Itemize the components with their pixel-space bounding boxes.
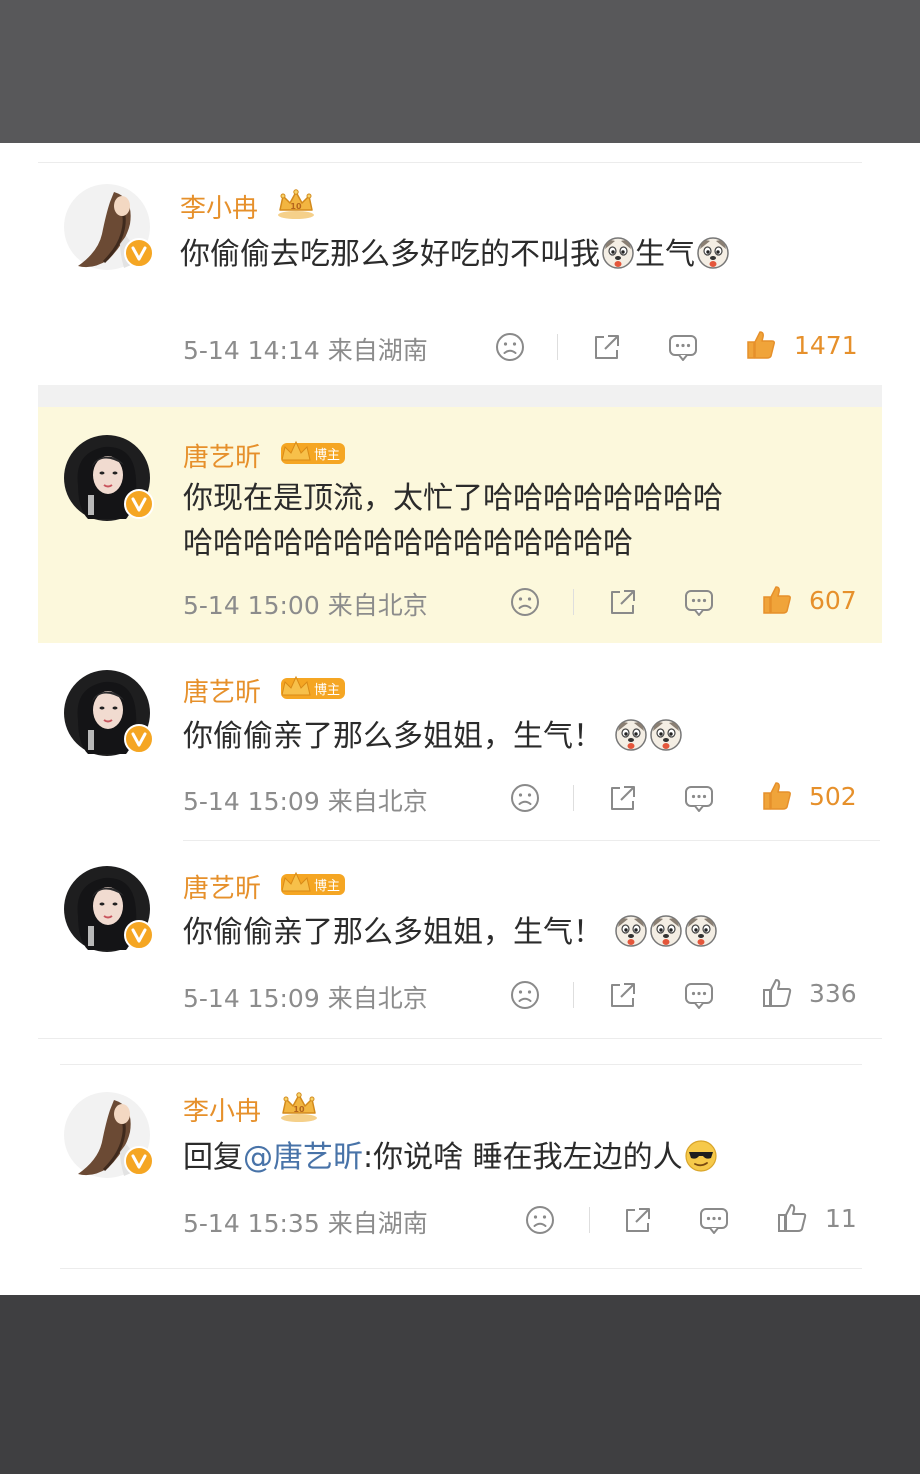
sad-face-icon[interactable]: [508, 585, 542, 619]
verified-badge-icon: [124, 920, 154, 950]
author-name[interactable]: 唐艺昕: [183, 437, 261, 474]
sad-face-icon[interactable]: [493, 330, 527, 364]
divider: [38, 1038, 882, 1039]
separator: [573, 982, 574, 1008]
share-icon[interactable]: [606, 978, 640, 1012]
verified-badge-icon: [124, 724, 154, 754]
svg-text:博主: 博主: [314, 448, 340, 463]
thumbs-up-icon[interactable]: [760, 583, 794, 617]
comment-text: 你偷偷亲了那么多姐姐，生气！: [183, 910, 718, 956]
share-icon[interactable]: [606, 585, 640, 619]
cool-emoji-icon: [684, 1139, 718, 1173]
blogger-badge: 博主: [281, 440, 345, 464]
separator: [573, 589, 574, 615]
crown-badge-icon: [279, 1091, 319, 1123]
doge-emoji-icon: [614, 718, 648, 752]
comment-text-line: 你现在是顶流，太忙了哈哈哈哈哈哈哈哈: [183, 481, 723, 516]
thumbs-up-icon[interactable]: [760, 976, 794, 1010]
avatar[interactable]: [64, 670, 150, 756]
doge-emoji-icon: [696, 236, 730, 270]
author-name[interactable]: 李小冉: [183, 1091, 261, 1128]
bottom-dark-band: [0, 1295, 920, 1474]
comment-icon[interactable]: [682, 978, 716, 1012]
svg-text:博主: 博主: [314, 879, 340, 894]
verified-badge-icon: [124, 489, 154, 519]
share-icon[interactable]: [621, 1203, 655, 1237]
avatar[interactable]: [64, 184, 150, 270]
verified-badge-icon: [124, 1146, 154, 1176]
thumbs-up-icon[interactable]: [744, 328, 778, 362]
like-count: 1471: [794, 331, 858, 360]
comment-meta: 5-14 15:35 来自湖南: [183, 1209, 428, 1238]
separator: [573, 785, 574, 811]
doge-emoji-icon: [684, 914, 718, 948]
sad-face-icon[interactable]: [508, 978, 542, 1012]
doge-emoji-icon: [614, 914, 648, 948]
avatar[interactable]: [64, 866, 150, 952]
top-dark-band: [0, 0, 920, 143]
share-icon[interactable]: [606, 781, 640, 815]
share-icon[interactable]: [590, 330, 624, 364]
svg-text:博主: 博主: [314, 683, 340, 698]
comment-text-line: 哈哈哈哈哈哈哈哈哈哈哈哈哈哈哈: [183, 526, 633, 561]
divider: [60, 1268, 862, 1269]
comment-icon[interactable]: [682, 585, 716, 619]
author-name[interactable]: 唐艺昕: [183, 868, 261, 905]
author-name[interactable]: 李小冉: [180, 188, 258, 225]
comment-text: 你偷偷去吃那么多好吃的不叫我 生气: [180, 232, 730, 278]
doge-emoji-icon: [649, 718, 683, 752]
blogger-badge: 博主: [281, 871, 345, 895]
thumbs-up-icon[interactable]: [775, 1201, 809, 1235]
author-name[interactable]: 唐艺昕: [183, 672, 261, 709]
avatar[interactable]: [64, 435, 150, 521]
comment-icon[interactable]: [682, 781, 716, 815]
crown-badge-icon: [276, 188, 316, 220]
sad-face-icon[interactable]: [523, 1203, 557, 1237]
comment-text: 回复@唐艺昕:你说啥 睡在我左边的人: [183, 1135, 718, 1181]
blogger-badge: 博主: [281, 675, 345, 699]
sad-face-icon[interactable]: [508, 781, 542, 815]
comment-icon[interactable]: [697, 1203, 731, 1237]
divider: [38, 162, 862, 163]
avatar[interactable]: [64, 1092, 150, 1178]
divider: [183, 840, 880, 841]
comment-meta: 5-14 15:09 来自北京: [183, 984, 428, 1013]
verified-badge-icon: [124, 238, 154, 268]
doge-emoji-icon: [649, 914, 683, 948]
section-gap: [38, 385, 882, 407]
mention-link[interactable]: @唐艺昕: [243, 1140, 363, 1175]
comment-icon[interactable]: [666, 330, 700, 364]
comment-text: 你偷偷亲了那么多姐姐，生气！: [183, 714, 683, 760]
divider: [60, 1064, 862, 1065]
thumbs-up-icon[interactable]: [760, 779, 794, 813]
separator: [589, 1207, 590, 1233]
comment-meta: 5-14 15:09 来自北京: [183, 787, 428, 816]
doge-emoji-icon: [601, 236, 635, 270]
like-count: 607: [809, 586, 857, 615]
separator: [557, 334, 558, 360]
like-count: 502: [809, 782, 857, 811]
like-count: 11: [825, 1204, 857, 1233]
like-count: 336: [809, 979, 857, 1008]
comment-meta: 5-14 14:14 来自湖南: [183, 336, 428, 365]
comment-meta: 5-14 15:00 来自北京: [183, 591, 428, 620]
